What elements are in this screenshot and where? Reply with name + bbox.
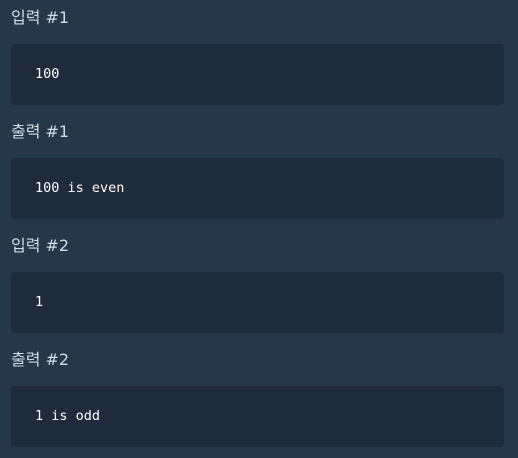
output-2-code-block: 1 is odd [11,386,504,447]
output-2-heading: 출력 #2 [11,350,70,369]
input-1-code: 100 [35,66,60,82]
input-2-heading: 입력 #2 [11,236,70,255]
output-1-code: 100 is even [35,180,125,196]
input-2-code-block: 1 [11,272,504,333]
output-2-code: 1 is odd [35,408,101,424]
input-2-code: 1 [35,294,44,310]
input-1-code-block: 100 [11,44,504,105]
input-1-heading: 입력 #1 [11,8,70,27]
output-1-code-block: 100 is even [11,158,504,219]
output-1-heading: 출력 #1 [11,122,70,141]
